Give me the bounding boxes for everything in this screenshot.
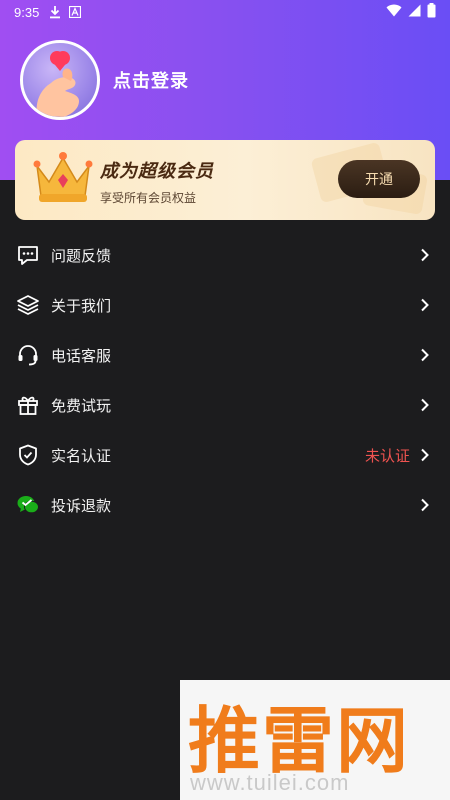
- finger-heart-icon: [36, 51, 79, 117]
- chevron-right-icon: [420, 248, 430, 262]
- download-icon: [49, 5, 61, 19]
- vip-card[interactable]: 成为超级会员 享受所有会员权益 开通: [15, 140, 435, 220]
- chevron-right-icon: [420, 398, 430, 412]
- menu-item-free-trial[interactable]: 免费试玩: [0, 380, 450, 430]
- menu-label: 投诉退款: [51, 496, 112, 515]
- shield-check-icon: [16, 443, 40, 467]
- chevron-right-icon: [420, 298, 430, 312]
- menu-label: 问题反馈: [51, 246, 112, 265]
- chevron-right-icon: [420, 498, 430, 512]
- gift-icon: [16, 393, 40, 417]
- font-a-icon: [69, 6, 82, 18]
- watermark: 推雷网 www.tuilei.com: [180, 680, 450, 800]
- menu-item-feedback[interactable]: 问题反馈: [0, 230, 450, 280]
- status-bar: 9:35: [0, 0, 450, 24]
- vip-subtitle: 享受所有会员权益: [100, 191, 197, 205]
- headset-icon: [16, 343, 40, 367]
- crown-icon: [33, 152, 93, 202]
- menu-label: 实名认证: [51, 446, 112, 465]
- wifi-icon: [386, 4, 402, 21]
- verification-status: 未认证: [364, 446, 410, 465]
- battery-icon: [427, 2, 436, 22]
- menu-item-about[interactable]: 关于我们: [0, 280, 450, 330]
- vip-title: 成为超级会员: [100, 161, 214, 182]
- menu-item-complaint-refund[interactable]: 投诉退款: [0, 480, 450, 530]
- watermark-url: www.tuilei.com: [190, 770, 350, 795]
- chevron-right-icon: [420, 348, 430, 362]
- chevron-right-icon: [420, 448, 430, 462]
- login-link[interactable]: 点击登录: [113, 67, 189, 93]
- layers-icon: [16, 293, 40, 317]
- wechat-icon: [16, 493, 40, 517]
- menu-item-real-name-verification[interactable]: 实名认证 未认证: [0, 430, 450, 480]
- menu-label: 电话客服: [51, 346, 112, 365]
- menu-label: 免费试玩: [51, 396, 112, 415]
- menu-item-phone-service[interactable]: 电话客服: [0, 330, 450, 380]
- status-time: 9:35: [14, 4, 40, 20]
- vip-open-button[interactable]: 开通: [338, 160, 420, 198]
- signal-icon: [408, 4, 421, 21]
- feedback-icon: [16, 243, 40, 267]
- avatar[interactable]: [20, 40, 100, 120]
- settings-menu: 问题反馈 关于我们 电话客服 免费试玩 实名认证 未认证 投诉退款: [0, 230, 450, 530]
- menu-label: 关于我们: [51, 296, 112, 315]
